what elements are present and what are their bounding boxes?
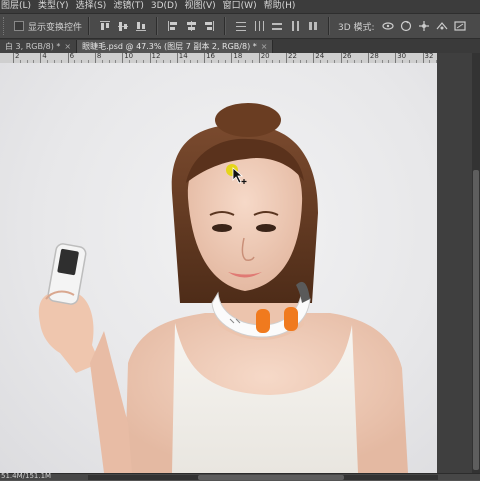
close-icon[interactable]: × <box>64 42 71 51</box>
ruler-label: 28 <box>369 53 379 60</box>
menu-bar: 图层(L) 类型(Y) 选择(S) 滤镜(T) 3D(D) 视图(V) 窗口(W… <box>0 0 480 13</box>
ruler-label: 20 <box>260 53 270 60</box>
ruler-label: 30 <box>397 53 407 60</box>
menu-window[interactable]: 窗口(W) <box>222 0 263 13</box>
distribute-icon[interactable] <box>252 19 266 33</box>
align-vcenter-icon[interactable] <box>116 19 130 33</box>
align-hcenter-icon[interactable] <box>184 19 198 33</box>
document-tab-bar: 白 3, RGB/8) * × 眼睫毛.psd @ 47.3% (图层 7 副本 … <box>0 39 480 53</box>
ruler-tick <box>286 53 287 63</box>
menu-type[interactable]: 类型(Y) <box>37 0 75 13</box>
scroll-thumb[interactable] <box>473 170 479 470</box>
ruler-label: 24 <box>315 53 325 60</box>
ruler-tick <box>122 53 124 63</box>
checkbox-icon[interactable] <box>14 21 24 31</box>
ruler-tick <box>313 53 315 63</box>
options-bar: 显示变换控件 3D 模式: <box>0 13 480 39</box>
ruler-label: 16 <box>206 53 216 60</box>
menu-3d[interactable]: 3D(D) <box>150 0 184 13</box>
panel-gutter <box>437 53 472 473</box>
tab-document-1[interactable]: 白 3, RGB/8) * × <box>0 40 78 53</box>
ruler-tick <box>231 53 233 63</box>
ruler-tick <box>422 53 424 63</box>
move-cursor-icon <box>232 167 247 184</box>
distribute-icon[interactable] <box>270 19 284 33</box>
photo-image <box>38 103 408 473</box>
drag-3d-icon[interactable] <box>417 19 431 33</box>
options-grip <box>3 17 8 35</box>
distribute-icon[interactable] <box>234 19 248 33</box>
show-transform-label: 显示变换控件 <box>28 22 83 33</box>
scale-3d-icon[interactable] <box>453 19 467 33</box>
menu-select[interactable]: 选择(S) <box>75 0 113 13</box>
align-left-icon[interactable] <box>166 19 180 33</box>
ruler-label: 14 <box>178 53 188 60</box>
ruler-label: 18 <box>233 53 243 60</box>
ruler-tick <box>67 53 69 63</box>
status-bar: 51.4M/151.1M <box>0 472 480 480</box>
ruler-tick <box>258 53 260 63</box>
ruler-label: 6 <box>69 53 75 60</box>
ruler-tick <box>149 53 151 63</box>
ruler-label: 2 <box>15 53 20 60</box>
ruler-tick <box>204 53 206 63</box>
distribute-icon[interactable] <box>288 19 302 33</box>
tab-label: 白 3, RGB/8) * <box>5 42 61 51</box>
ruler-tick <box>367 53 369 63</box>
align-top-icon[interactable] <box>98 19 112 33</box>
align-bottom-icon[interactable] <box>134 19 148 33</box>
menu-filter[interactable]: 滤镜(T) <box>112 0 150 13</box>
ruler-label: 22 <box>288 53 297 60</box>
roll-3d-icon[interactable] <box>399 19 413 33</box>
ruler-label: 8 <box>96 53 102 60</box>
ruler-tick <box>94 53 96 63</box>
distribute-icon[interactable] <box>306 19 320 33</box>
tab-label: 眼睫毛.psd @ 47.3% (图层 7 副本 2, RGB/8) * <box>82 42 257 51</box>
ruler-tick <box>176 53 178 63</box>
tab-document-2[interactable]: 眼睫毛.psd @ 47.3% (图层 7 副本 2, RGB/8) * × <box>77 40 274 53</box>
menu-help[interactable]: 帮助(H) <box>263 0 302 13</box>
document-canvas[interactable] <box>0 63 437 473</box>
separator <box>156 17 159 35</box>
menu-layer[interactable]: 图层(L) <box>0 0 37 13</box>
menu-view[interactable]: 视图(V) <box>183 0 221 13</box>
scroll-thumb[interactable] <box>198 475 344 480</box>
ruler-label: 4 <box>42 53 47 60</box>
ruler-label: 10 <box>124 53 134 60</box>
ruler-tick <box>395 53 397 63</box>
slide-3d-icon[interactable] <box>435 19 449 33</box>
close-icon[interactable]: × <box>261 42 268 51</box>
ruler-label: 26 <box>342 53 352 60</box>
3d-mode-label: 3D 模式: <box>338 22 375 33</box>
ruler-tick <box>13 53 14 63</box>
separator <box>88 17 91 35</box>
separator <box>224 17 227 35</box>
ruler-tick <box>40 53 42 63</box>
vertical-scrollbar[interactable] <box>472 53 480 473</box>
align-right-icon[interactable] <box>202 19 216 33</box>
horizontal-scrollbar[interactable] <box>88 475 438 480</box>
ruler-tick <box>340 53 342 63</box>
ruler-label: 12 <box>151 53 161 60</box>
ruler-label: 32 <box>424 53 434 60</box>
separator <box>328 17 331 35</box>
rotate-3d-icon[interactable] <box>381 19 395 33</box>
